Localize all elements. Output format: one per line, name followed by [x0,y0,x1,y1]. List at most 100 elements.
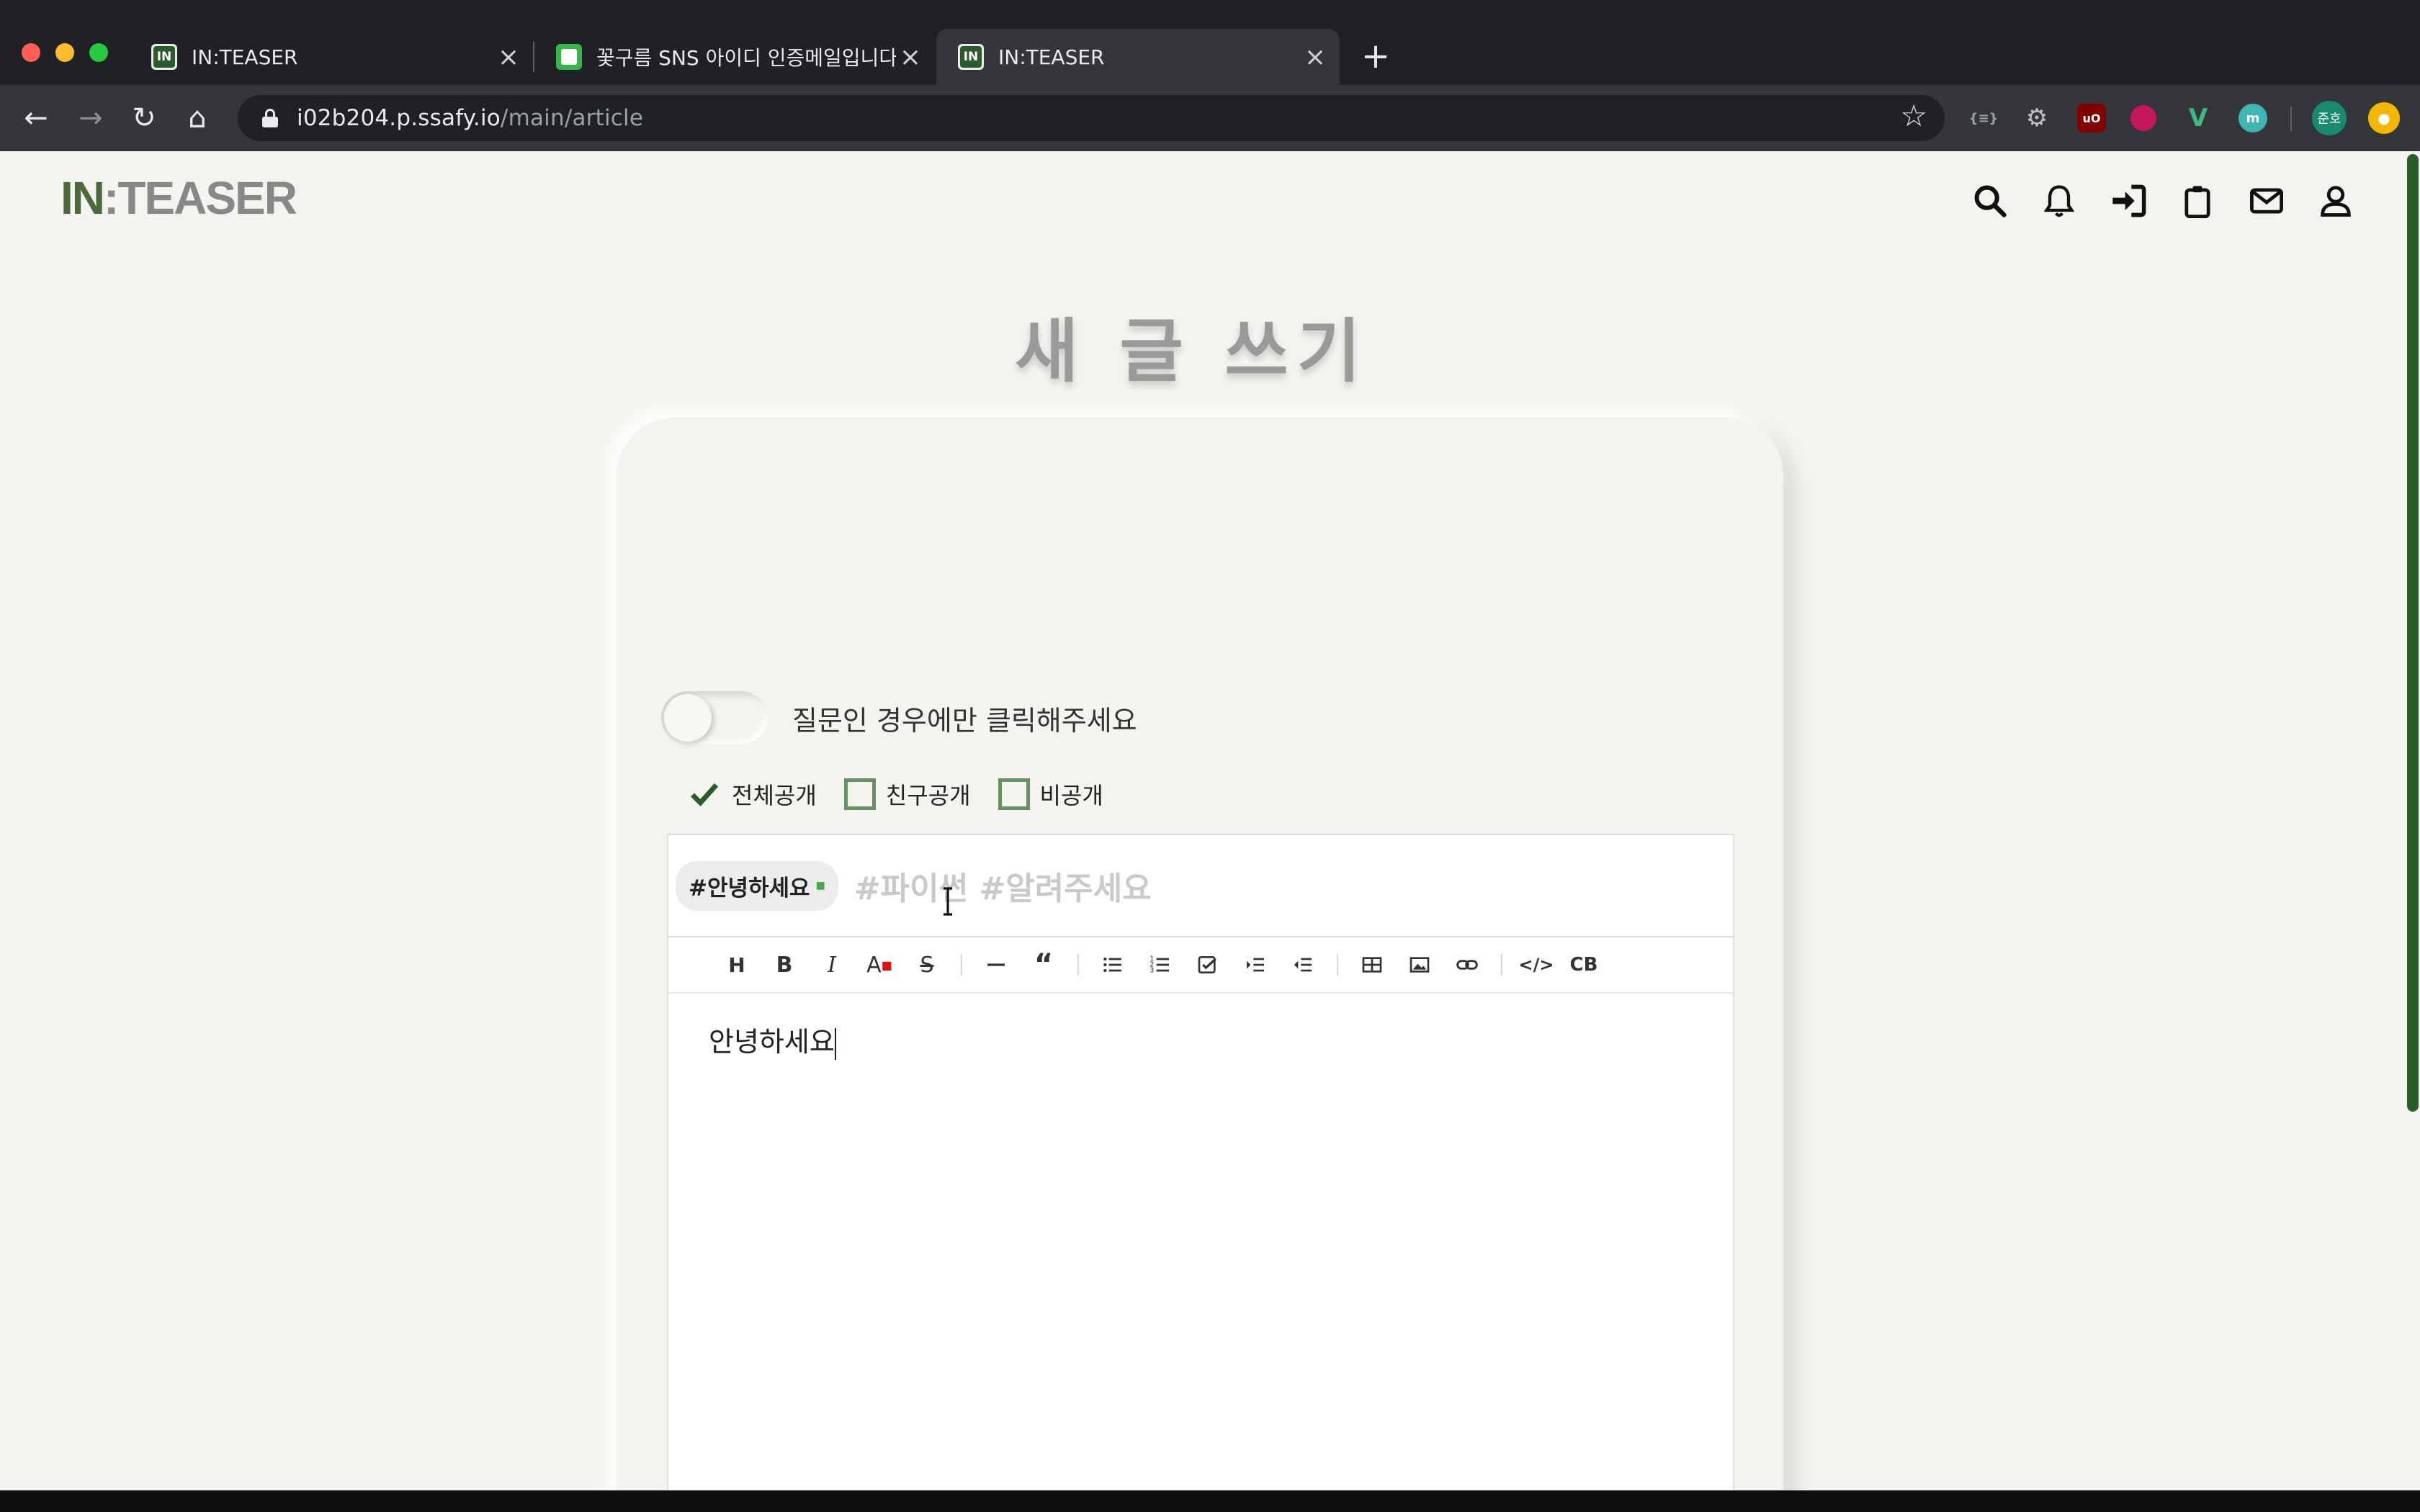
task-list-icon[interactable] [1184,941,1232,989]
toolbar-divider [1077,954,1079,976]
browser-tab-1[interactable]: IN IN:TEASER × [130,29,533,85]
editor-content[interactable]: 안녕하세요 [668,994,1733,1086]
mail-icon[interactable] [2246,180,2287,222]
tab-title: 꽃구름 SNS 아이디 인증메일입니다. [596,46,896,70]
logo-in: IN [60,172,105,224]
markdown-editor: H B I A ■ S “ 123 </> CB 안녕하세요 [667,937,1734,1490]
url-text: i02b204.p.ssafy.io/main/article [297,105,643,131]
close-tab-icon[interactable]: × [896,42,925,72]
editor-toolbar: H B I A ■ S “ 123 </> CB [668,937,1733,994]
visibility-private-label: 비공개 [1039,782,1103,809]
tag-input-placeholder[interactable]: #파이썬 #알려주세요 [854,863,1152,909]
gear-extension-icon[interactable]: ⚙ [2022,104,2051,132]
profile-avatar[interactable]: 준호 [2312,101,2347,135]
ublock-extension-icon[interactable]: uO [2077,104,2106,132]
link-icon[interactable] [1443,941,1491,989]
clipboard-icon[interactable] [2177,180,2218,222]
visibility-options: 전체공개 친구공개 비공개 [689,778,1131,811]
ibeam-cursor-icon [944,887,952,916]
visibility-friends-option[interactable]: 친구공개 [843,778,971,811]
site-logo[interactable]: IN:TEASER [60,171,297,225]
sign-in-icon[interactable] [2107,180,2149,222]
close-tab-icon[interactable]: × [1301,42,1330,72]
window-bottom-edge [0,1490,2420,1512]
page-title: 새 글 쓰기 [1014,311,1370,392]
tag-chip-label: #안녕하세요 [689,875,810,901]
reload-button[interactable]: ↻ [124,98,164,138]
inteaser-favicon-icon: IN [151,44,177,70]
svg-text:3: 3 [1150,967,1154,975]
bold-icon[interactable]: B [761,941,808,989]
tag-remove-icon[interactable]: ■ [816,880,825,891]
table-icon[interactable] [1348,941,1396,989]
close-window-button[interactable] [22,43,40,62]
text-caret [834,1027,836,1060]
cube-extension-icon[interactable] [2130,105,2156,131]
outdent-icon[interactable] [1279,941,1327,989]
browser-tab-2[interactable]: 꽃구름 SNS 아이디 인증메일입니다. × [534,29,935,85]
visibility-friends-label: 친구공개 [885,782,971,809]
profile-extension-icon[interactable]: ● [2368,102,2400,134]
tag-input-box[interactable]: #안녕하세요 ■ #파이썬 #알려주세요 [667,834,1734,937]
toggle-knob [664,694,712,742]
maximize-window-button[interactable] [89,43,108,62]
text-color-icon[interactable]: A ■ [856,941,903,989]
italic-icon[interactable]: I [808,941,856,989]
logo-rest: :TEASER [104,172,297,224]
question-toggle-row: 질문인 경우에만 클릭해주세요 [661,691,1137,744]
home-button[interactable]: ⌂ [177,98,218,138]
visibility-private-option[interactable]: 비공개 [998,778,1103,811]
inteaser-favicon-icon: IN [958,44,984,70]
image-icon[interactable] [1396,941,1443,989]
close-tab-icon[interactable]: × [494,42,523,72]
horizontal-rule-icon[interactable] [972,941,1020,989]
ordered-list-icon[interactable]: 123 [1137,941,1184,989]
toolbar-separator [2290,107,2292,131]
write-form-card: 질문인 경우에만 클릭해주세요 전체공개 친구공개 비공개 #안녕하세요 ■ #파… [617,418,1783,1490]
tag-chip[interactable]: #안녕하세요 ■ [676,860,838,911]
bookmark-star-icon[interactable]: ☆ [1900,98,1927,133]
code-icon[interactable]: </> [1512,941,1560,989]
private-checkbox[interactable] [998,778,1030,810]
address-bar[interactable]: i02b204.p.ssafy.io/main/article ☆ [238,95,1945,141]
back-button[interactable]: ← [16,98,56,138]
page-scrollbar[interactable] [2404,151,2420,1490]
question-toggle[interactable] [661,691,768,744]
editor-text: 안녕하세요 [709,1026,835,1058]
indent-icon[interactable] [1232,941,1279,989]
url-host: i02b204.p.ssafy.io [297,105,501,131]
browser-toolbar: ← → ↻ ⌂ i02b204.p.ssafy.io/main/article … [0,85,2420,151]
quote-icon[interactable]: “ [1020,941,1067,989]
search-icon[interactable] [1969,180,2011,222]
minimize-window-button[interactable] [55,43,74,62]
toolbar-divider [1337,954,1338,976]
header-icon-bar [1969,180,2357,222]
strikethrough-icon[interactable]: S [903,941,951,989]
tab-title: IN:TEASER [998,45,1105,69]
new-tab-button[interactable]: + [1355,36,1396,76]
visibility-public-label: 전체공개 [732,782,817,809]
scrollbar-thumb[interactable] [2407,154,2419,1112]
browser-tab-3-active[interactable]: IN IN:TEASER × [936,29,1340,85]
toolbar-divider [1501,954,1502,976]
tab-title: IN:TEASER [192,45,298,69]
toolbar-divider [961,954,962,976]
bell-icon[interactable] [2038,180,2080,222]
json-extension-icon[interactable]: {≡} [1969,104,1999,132]
mail-favicon-icon [556,44,582,70]
user-icon[interactable] [2315,180,2357,222]
friends-checkbox[interactable] [843,778,876,810]
vue-devtools-icon[interactable]: V [2184,104,2213,132]
forward-button[interactable]: → [71,98,111,138]
heading-icon[interactable]: H [713,941,761,989]
visibility-public-option[interactable]: 전체공개 [689,778,817,811]
question-toggle-label: 질문인 경우에만 클릭해주세요 [792,704,1137,737]
browser-tabstrip: IN IN:TEASER × 꽃구름 SNS 아이디 인증메일입니다. × IN… [0,0,2420,85]
lock-icon[interactable] [262,109,278,127]
code-block-icon[interactable]: CB [1560,941,1608,989]
checkmark-icon [691,783,719,806]
url-path: /main/article [500,105,644,131]
circle-extension-icon[interactable]: m [2238,104,2267,132]
page-viewport: IN:TEASER 새 글 쓰기 질문인 경우에만 클릭해주세요 전체공개 친구… [0,151,2420,1490]
bullet-list-icon[interactable] [1089,941,1137,989]
